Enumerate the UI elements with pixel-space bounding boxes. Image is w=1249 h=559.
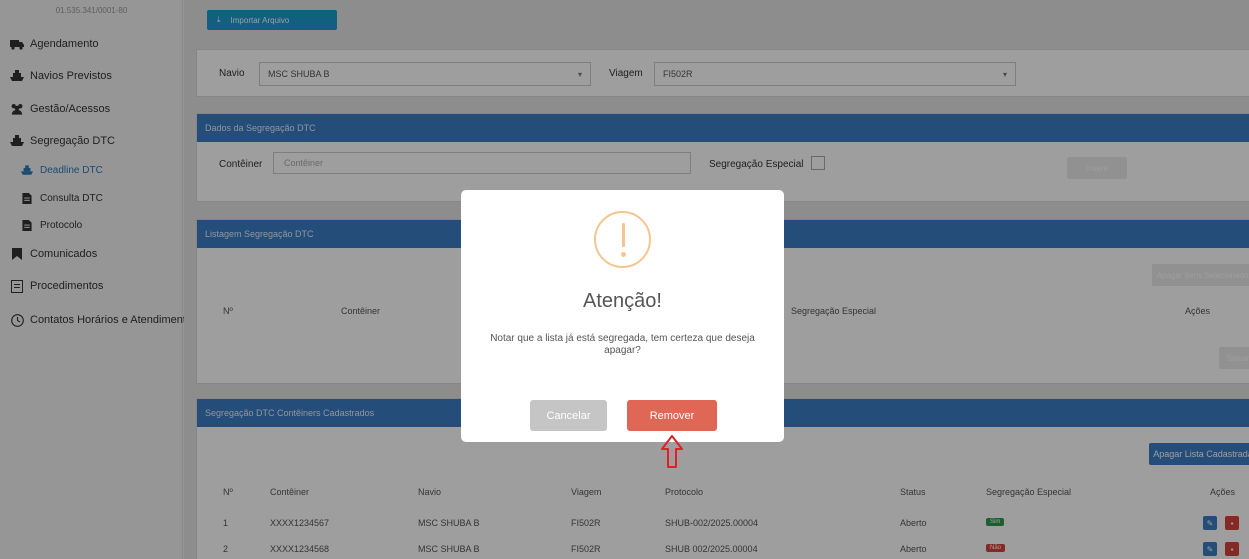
confirm-dialog: Atenção! Notar que a lista já está segre…	[461, 190, 784, 442]
remove-button[interactable]: Remover	[627, 400, 717, 431]
annotation-arrow-icon	[661, 435, 683, 468]
dialog-title: Atenção!	[583, 290, 662, 312]
dialog-message: Notar que a lista já está segregada, tem…	[490, 333, 755, 356]
warning-icon	[594, 211, 651, 268]
cancel-button[interactable]: Cancelar	[530, 400, 607, 431]
